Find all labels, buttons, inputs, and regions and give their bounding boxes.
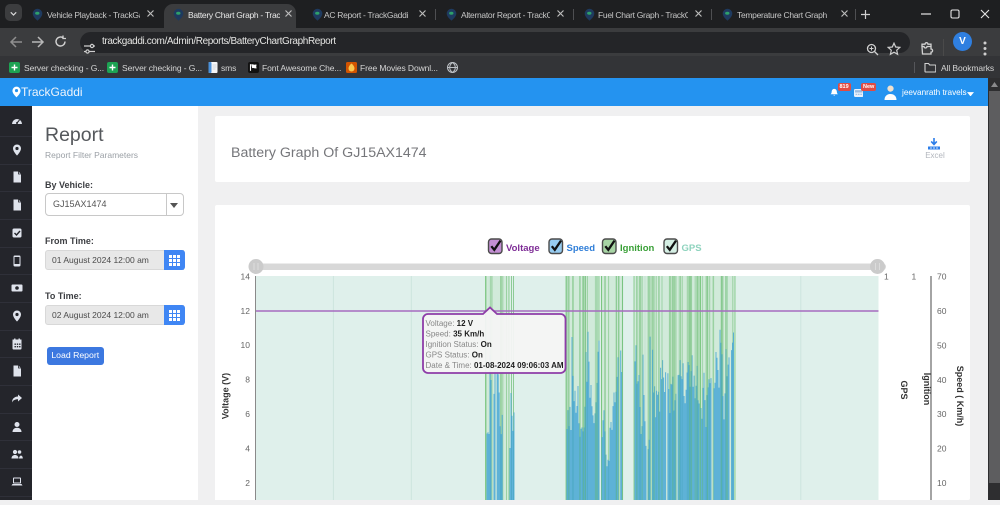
svg-text:30: 30: [937, 409, 947, 419]
svg-text:10: 10: [241, 340, 251, 350]
svg-text:40: 40: [937, 375, 947, 385]
svg-text:6: 6: [245, 409, 250, 419]
svg-text:20: 20: [937, 444, 947, 454]
svg-text:60: 60: [937, 306, 947, 316]
svg-text:GPS: GPS: [682, 243, 702, 254]
svg-text:Speed: Speed: [567, 243, 596, 254]
svg-text:70: 70: [937, 272, 947, 282]
svg-text:Speed ( Km/h): Speed ( Km/h): [955, 366, 965, 427]
svg-text:Ignition: Ignition: [922, 373, 932, 406]
svg-text:1: 1: [884, 272, 889, 282]
svg-text:8: 8: [245, 375, 250, 385]
svg-text:4: 4: [245, 443, 250, 453]
svg-text:10: 10: [937, 478, 947, 488]
svg-text:Voltage: 12 V: Voltage: 12 V: [426, 319, 474, 328]
svg-text:Voltage (V): Voltage (V): [221, 373, 231, 419]
svg-text:1: 1: [912, 272, 917, 282]
svg-text:Speed: 35 Km/h: Speed: 35 Km/h: [426, 329, 485, 338]
svg-text:Voltage: Voltage: [506, 243, 540, 254]
svg-text:Ignition: Ignition: [620, 243, 654, 254]
svg-text:12: 12: [241, 306, 251, 316]
svg-text:50: 50: [937, 340, 947, 350]
svg-text:2: 2: [245, 478, 250, 488]
svg-text:GPS: GPS: [899, 380, 909, 399]
svg-text:14: 14: [241, 271, 251, 281]
svg-text:GPS Status: On: GPS Status: On: [426, 350, 483, 359]
svg-text:Ignition Status: On: Ignition Status: On: [426, 340, 492, 349]
svg-text:Date & Time: 01-08-2024 09:06:: Date & Time: 01-08-2024 09:06:03 AM: [426, 361, 564, 370]
